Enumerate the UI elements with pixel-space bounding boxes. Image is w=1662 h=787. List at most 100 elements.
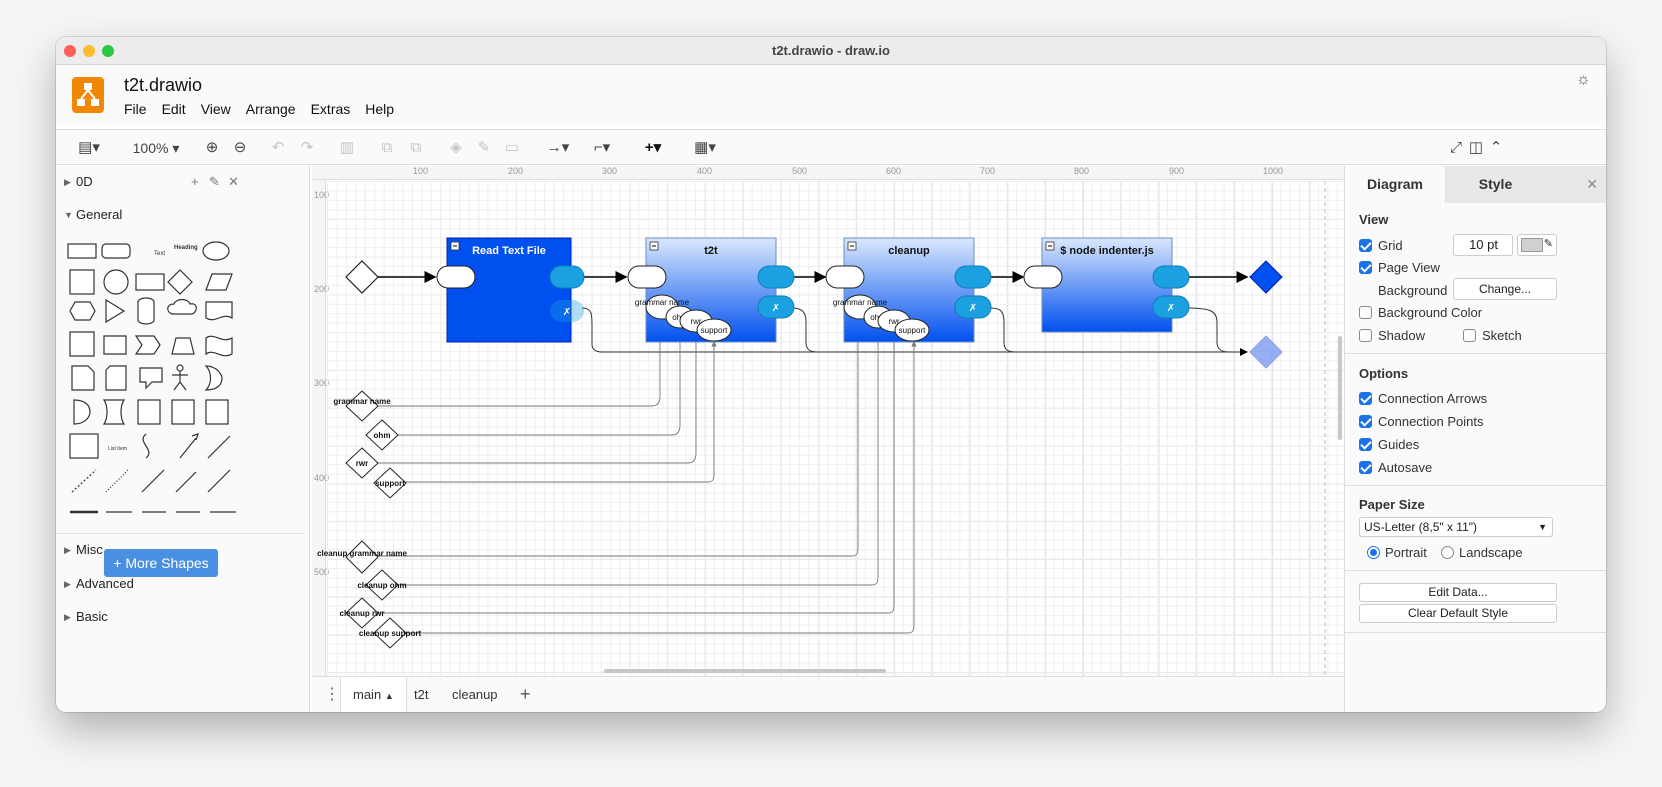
start-diamond[interactable] [345,260,379,294]
tab-cleanup[interactable]: cleanup [440,677,510,712]
diamond-rwr[interactable]: rwr [345,447,379,479]
close-icon[interactable]: ✕ [228,166,239,198]
edit-data-button[interactable]: Edit Data... [1359,583,1557,602]
background-color-checkbox[interactable]: Background Color [1359,305,1482,320]
undo-icon[interactable]: ↶ [268,137,288,159]
edge[interactable] [791,307,819,353]
grid-color-button[interactable]: ✎ [1517,234,1557,256]
checkbox-checked[interactable] [1359,261,1372,274]
end-diamond[interactable] [1249,260,1283,294]
menu-help[interactable]: Help [365,101,394,117]
redo-icon[interactable]: ↷ [297,137,317,159]
panel-layout-icon[interactable]: ▤▾ [72,137,106,159]
grid-checkbox[interactable]: Grid [1359,238,1403,253]
container-read-text-file[interactable]: Read Text File ✗ [436,237,585,343]
menu-arrange[interactable]: Arrange [246,101,296,117]
diamond-support[interactable]: support [373,467,407,499]
checkbox-checked[interactable] [1359,392,1372,405]
checkbox-unchecked[interactable] [1463,329,1476,342]
delete-icon[interactable]: ▥ [337,137,357,159]
edge[interactable] [378,331,897,614]
file-name[interactable]: t2t.drawio [124,75,202,96]
menu-edit[interactable]: Edit [162,101,186,117]
close-window-button[interactable] [64,45,76,57]
checkbox-checked[interactable] [1359,438,1372,451]
edge[interactable] [378,331,861,557]
paper-size-select[interactable]: US-Letter (8,5" x 11") ▼ [1359,517,1553,537]
edge[interactable] [398,341,717,483]
section-basic[interactable]: ▶ Basic [56,601,304,633]
autosave-checkbox[interactable]: Autosave [1359,460,1432,475]
menu-extras[interactable]: Extras [311,101,351,117]
close-panel-icon[interactable]: ✕ [1545,166,1606,203]
tab-t2t[interactable]: t2t [402,677,440,712]
menu-file[interactable]: File [124,101,147,117]
connection-points-checkbox[interactable]: Connection Points [1359,414,1484,429]
diamond-ohm[interactable]: ohm [365,419,399,451]
checkbox-checked[interactable] [1359,239,1372,252]
insert-icon[interactable]: +▾ [636,137,670,159]
fill-color-icon[interactable]: ◈ [446,137,466,159]
checkbox-unchecked[interactable] [1359,329,1372,342]
page-view-checkbox[interactable]: Page View [1359,260,1440,275]
diagram-canvas[interactable]: 100 200 300 400 500 600 700 800 900 1000… [312,166,1344,676]
add-page-icon[interactable]: + [508,677,543,712]
radio-unselected[interactable] [1441,546,1454,559]
portrait-radio[interactable]: Portrait [1367,545,1427,560]
tab-diagram[interactable]: Diagram [1345,166,1445,203]
clear-default-style-button[interactable]: Clear Default Style [1359,604,1557,623]
diagram[interactable]: Read Text File ✗ t2t ✗ grammar name ohm … [312,166,1344,676]
section-0d[interactable]: ▶ 0D + ✎ ✕ [56,166,304,198]
menu-view[interactable]: View [201,101,231,117]
checkbox-unchecked[interactable] [1359,306,1372,319]
container-cleanup[interactable]: cleanup ✗ grammar name ohm rwr support [825,237,992,343]
edge[interactable] [990,307,1017,353]
landscape-radio[interactable]: Landscape [1441,545,1523,560]
zoom-out-icon[interactable]: ⊖ [230,137,250,159]
sketch-checkbox[interactable]: Sketch [1463,328,1522,343]
connection-icon[interactable]: →▾ [540,137,576,159]
container-node-indenter[interactable]: $ node indenter.js ✗ [1023,237,1190,333]
table-icon[interactable]: ▦▾ [688,137,722,159]
zoom-in-icon[interactable]: ⊕ [202,137,222,159]
format-panel-icon[interactable]: ◫ [1466,137,1486,159]
diamond-cleanup-ohm[interactable]: cleanup ohm [357,569,407,601]
zoom-select[interactable]: 100% ▾ [128,137,184,159]
line-color-icon[interactable]: ✎ [474,137,494,159]
edge[interactable] [398,341,917,634]
section-general[interactable]: ▼ General [56,199,304,231]
diamond-cleanup-rwr[interactable]: cleanup rwr [340,597,385,629]
edge[interactable] [1187,307,1231,353]
to-front-icon[interactable]: ⧉ [377,137,397,159]
checkbox-checked[interactable] [1359,461,1372,474]
edge[interactable] [398,331,881,586]
add-icon[interactable]: + [191,166,199,198]
error-end-diamond[interactable] [1249,335,1283,369]
to-back-icon[interactable]: ⧉ [406,137,426,159]
tab-style[interactable]: Style [1445,166,1545,203]
edit-icon[interactable]: ✎ [209,166,220,198]
shadow-icon[interactable]: ▭ [502,137,522,159]
sun-icon[interactable]: ☼ [1576,71,1596,91]
diamond-cleanup-grammar-name[interactable]: cleanup grammar name [317,540,407,574]
connection-arrows-checkbox[interactable]: Connection Arrows [1359,391,1487,406]
waypoints-icon[interactable]: ⌐▾ [584,137,620,159]
tab-main[interactable]: main ▲ [340,677,407,712]
fullscreen-icon[interactable]: ⤢ [1446,137,1466,159]
general-shapes-palette[interactable]: Text Heading List Item [66,236,296,536]
vertical-scrollbar[interactable] [1338,336,1342,440]
grid-size-input[interactable]: 10 pt [1453,234,1513,256]
container-t2t[interactable]: t2t ✗ grammar name ohm rwr support [627,237,795,343]
more-shapes-button[interactable]: + More Shapes [104,549,218,577]
change-background-button[interactable]: Change... [1453,278,1557,300]
chevron-up-icon[interactable]: ▲ [385,691,394,701]
guides-checkbox[interactable]: Guides [1359,437,1419,452]
minimize-window-button[interactable] [83,45,95,57]
maximize-window-button[interactable] [102,45,114,57]
checkbox-checked[interactable] [1359,415,1372,428]
edge[interactable] [398,331,683,436]
shadow-checkbox[interactable]: Shadow [1359,328,1425,343]
edge[interactable] [378,331,663,407]
collapse-icon[interactable]: ⌃ [1486,137,1506,159]
horizontal-scrollbar[interactable] [604,669,886,673]
